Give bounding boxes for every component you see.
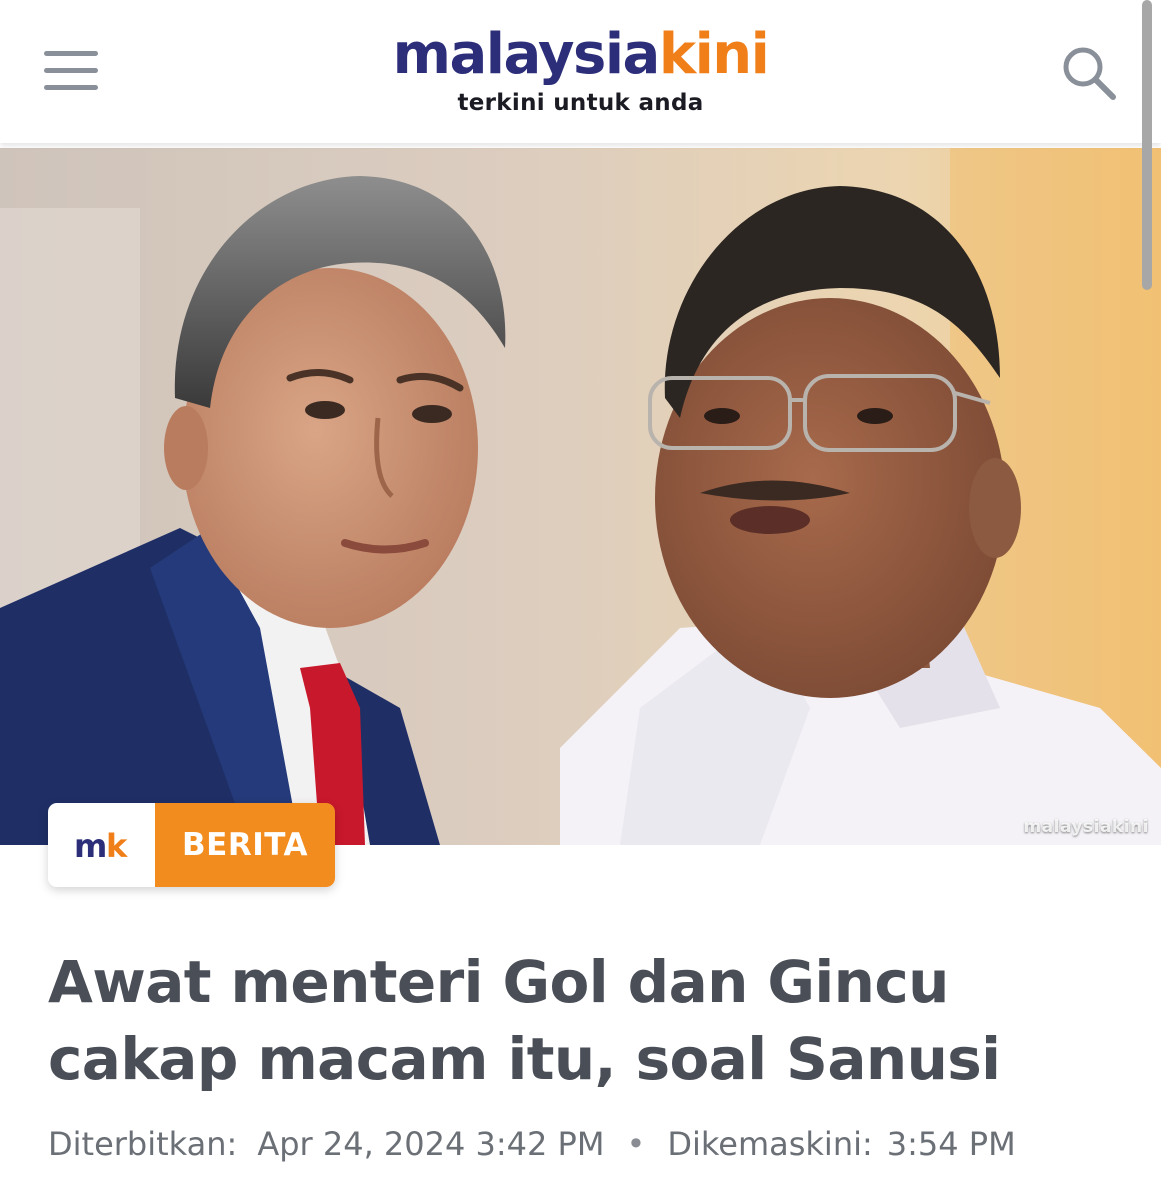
- category-tag[interactable]: m k BERITA: [48, 803, 335, 887]
- meta-separator: •: [626, 1125, 646, 1163]
- article-meta: Diterbitkan: Apr 24, 2024 3:42 PM • Dike…: [48, 1122, 1016, 1166]
- site-logo[interactable]: malaysiakini terkini untuk anda: [0, 22, 1161, 116]
- category-label[interactable]: BERITA: [155, 803, 335, 887]
- updated-label: Dikemaskini:: [667, 1125, 873, 1163]
- svg-text:m: m: [74, 827, 107, 865]
- logo-wordmark: malaysiakini: [0, 22, 1161, 88]
- published-label: Diterbitkan:: [48, 1125, 238, 1163]
- logo-text-malaysia: malaysia: [392, 22, 661, 87]
- image-watermark: malaysiakini: [1023, 817, 1149, 837]
- logo-text-kini: kini: [658, 22, 770, 87]
- hero-image[interactable]: malaysiakini: [0, 148, 1161, 845]
- article-title-line: Awat menteri Gol dan Gincu: [48, 948, 949, 1016]
- updated-timestamp: 3:54 PM: [886, 1125, 1016, 1163]
- mk-logo-icon: m k: [48, 803, 155, 887]
- logo-tagline: terkini untuk anda: [457, 90, 704, 116]
- svg-text:k: k: [106, 827, 128, 865]
- search-icon[interactable]: [1060, 44, 1118, 102]
- published-timestamp: Apr 24, 2024 3:42 PM: [257, 1125, 605, 1163]
- scrollbar-thumb[interactable]: [1142, 0, 1152, 290]
- article-title-line: cakap macam itu, soal Sanusi: [48, 1025, 1001, 1093]
- site-header: malaysiakini terkini untuk anda: [0, 0, 1161, 143]
- article-title: Awat menteri Gol dan Gincu cakap macam i…: [48, 944, 1108, 1098]
- article-page: malaysiakini terkini untuk anda malaysia…: [0, 0, 1161, 1200]
